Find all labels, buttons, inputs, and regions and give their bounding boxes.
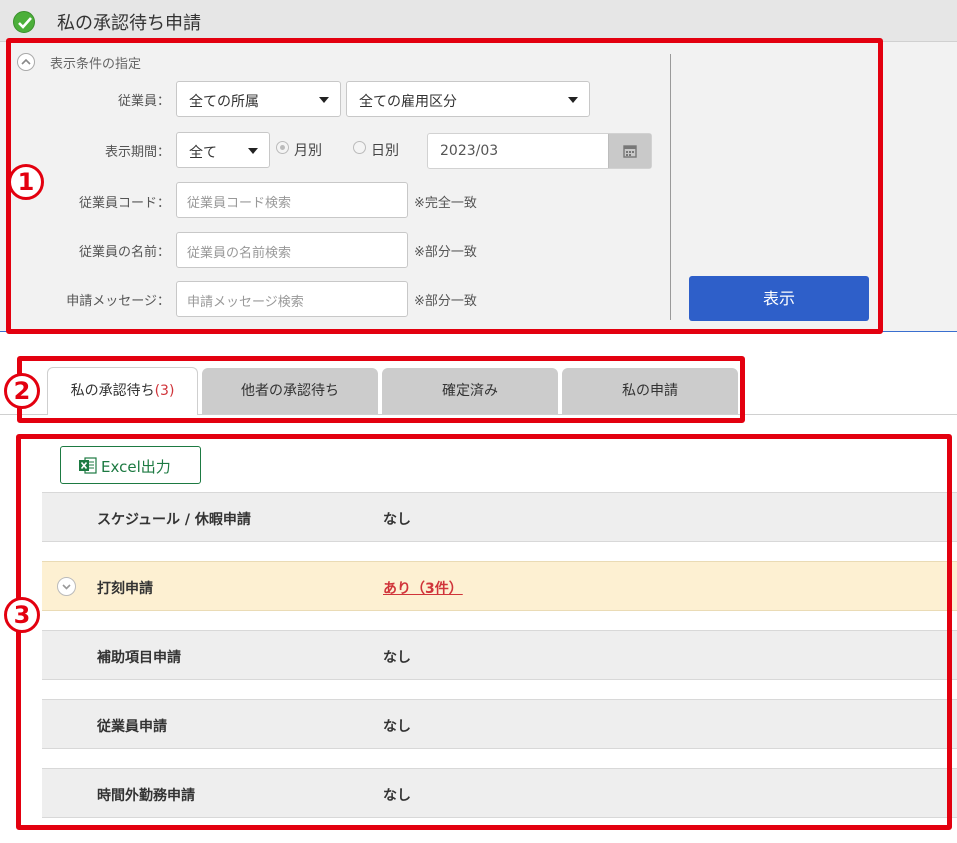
employment-type-select-value: 全ての雇用区分	[359, 94, 457, 110]
employee-code-input[interactable]: 従業員コード検索	[176, 182, 408, 218]
annotation-badge-3: 3	[4, 597, 40, 633]
employee-code-label: 従業員コード：	[78, 196, 170, 211]
period-select-value: 全て	[189, 145, 217, 161]
tab-confirmed-label: 確定済み	[442, 383, 498, 399]
request-row-punch[interactable]: 打刻申請 あり（3件）	[42, 561, 957, 611]
period-select[interactable]: 全て	[176, 132, 270, 168]
tab-my-pending-label: 私の承認待ち	[70, 383, 155, 399]
tab-others-pending-label: 他者の承認待ち	[241, 383, 339, 399]
row-name: 時間外勤務申請	[97, 788, 195, 804]
row-status-link[interactable]: あり（3件）	[383, 578, 463, 598]
daily-radio-label: 日別	[371, 143, 399, 159]
excel-icon	[79, 457, 97, 474]
request-row-employee: 従業員申請 なし	[42, 699, 957, 749]
tab-my-requests-label: 私の申請	[622, 383, 678, 399]
chevron-down-icon[interactable]	[57, 577, 76, 596]
check-circle-icon	[13, 11, 35, 33]
pending-count-badge: (3)	[154, 383, 175, 399]
filter-divider	[670, 54, 671, 320]
employee-label: 従業員：	[117, 94, 170, 109]
page-header: 私の承認待ち申請	[0, 0, 957, 42]
dropdown-arrow-icon	[319, 97, 329, 103]
department-select-value: 全ての所属	[189, 94, 259, 110]
row-status: なし	[383, 719, 411, 735]
excel-export-label: Excel出力	[101, 458, 171, 476]
message-label: 申請メッセージ：	[66, 294, 170, 309]
calendar-icon[interactable]	[608, 134, 651, 168]
tab-others-pending[interactable]: 他者の承認待ち	[202, 368, 378, 414]
row-status: なし	[383, 788, 411, 804]
period-label: 表示期間：	[104, 145, 170, 160]
filter-panel: 表示条件の指定 従業員： 全ての所属 全ての雇用区分 表示期間： 全て 月別 日…	[0, 42, 957, 332]
filter-section-title: 表示条件の指定	[50, 57, 142, 72]
exact-match-note: ※完全一致	[414, 196, 477, 211]
excel-export-button[interactable]: Excel出力	[60, 446, 201, 484]
page-title: 私の承認待ち申請	[57, 13, 201, 34]
partial-match-note: ※部分一致	[414, 245, 477, 260]
request-row-auxiliary: 補助項目申請 なし	[42, 630, 957, 680]
row-name: 打刻申請	[97, 581, 153, 597]
row-status: なし	[383, 512, 411, 528]
message-input[interactable]: 申請メッセージ検索	[176, 281, 408, 317]
chevron-up-icon[interactable]	[17, 53, 35, 71]
dropdown-arrow-icon	[568, 97, 578, 103]
month-date-value: 2023/03	[440, 143, 499, 159]
employee-name-label: 従業員の名前：	[78, 245, 170, 260]
show-button[interactable]: 表示	[689, 276, 869, 321]
annotation-badge-1: 1	[8, 164, 44, 200]
monthly-radio[interactable]	[276, 141, 289, 154]
dropdown-arrow-icon	[248, 148, 258, 154]
tab-my-pending[interactable]: 私の承認待ち(3)	[47, 367, 198, 415]
row-status: なし	[383, 650, 411, 666]
partial-match-note: ※部分一致	[414, 294, 477, 309]
employment-type-select[interactable]: 全ての雇用区分	[346, 81, 590, 117]
row-name: 補助項目申請	[97, 650, 181, 666]
monthly-radio-label: 月別	[294, 143, 322, 159]
daily-radio[interactable]	[353, 141, 366, 154]
request-row-overtime: 時間外勤務申請 なし	[42, 768, 957, 818]
tab-confirmed[interactable]: 確定済み	[382, 368, 558, 414]
annotation-badge-2: 2	[4, 373, 40, 409]
department-select[interactable]: 全ての所属	[176, 81, 341, 117]
request-row-schedule: スケジュール / 休暇申請 なし	[42, 492, 957, 542]
tab-my-requests[interactable]: 私の申請	[562, 368, 738, 414]
month-date-field[interactable]: 2023/03	[427, 133, 652, 169]
employee-name-input[interactable]: 従業員の名前検索	[176, 232, 408, 268]
row-name: 従業員申請	[97, 719, 167, 735]
row-name: スケジュール / 休暇申請	[97, 512, 251, 528]
